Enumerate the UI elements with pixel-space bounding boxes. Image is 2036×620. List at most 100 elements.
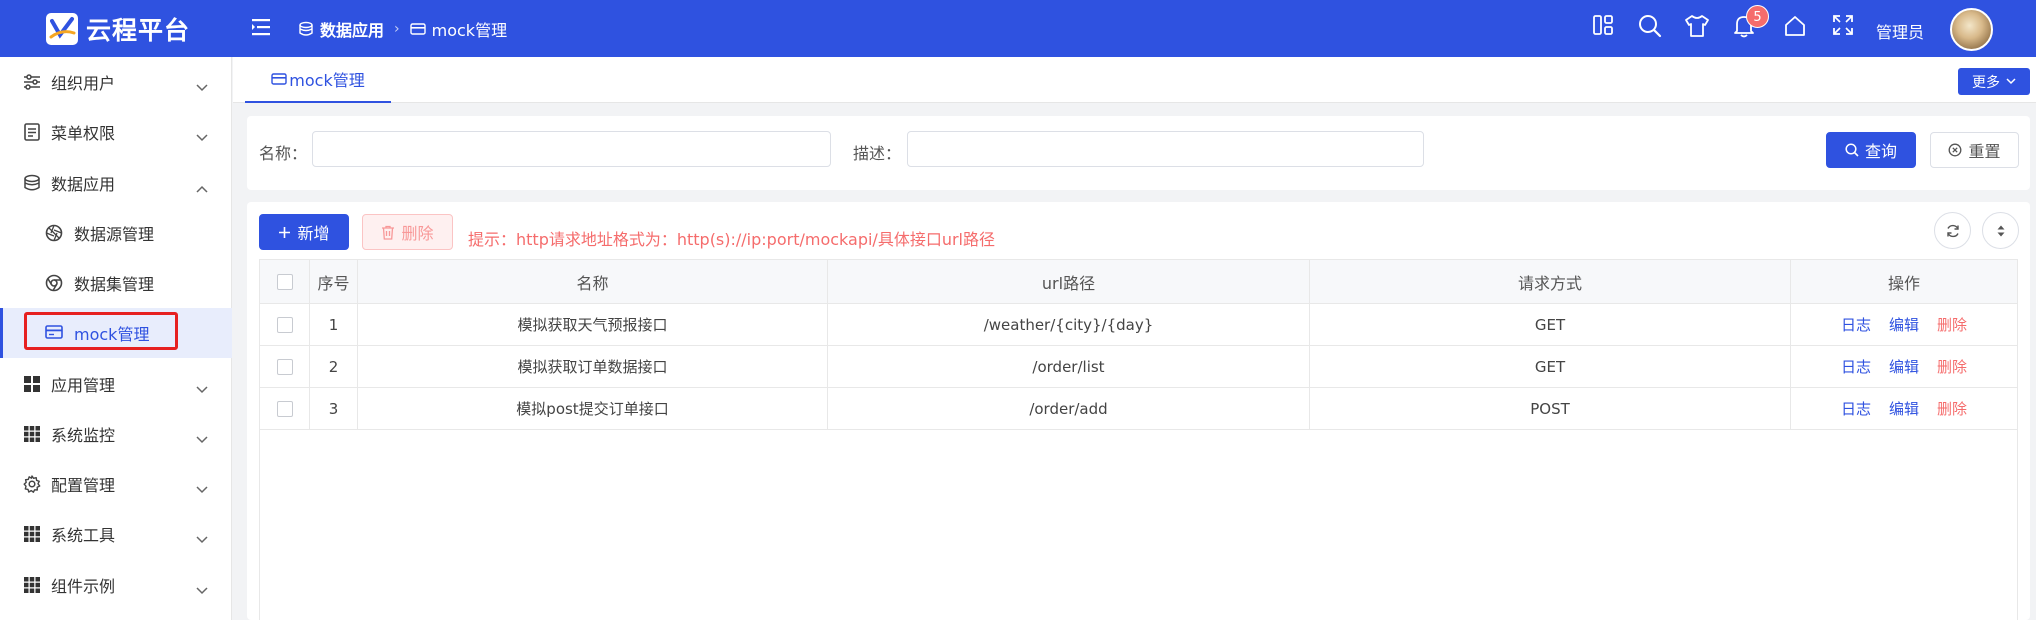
more-label: 更多 [1972, 74, 2000, 91]
cell-method: GET [1310, 304, 1791, 345]
avatar[interactable] [1950, 8, 1993, 51]
grid9-icon [23, 525, 41, 547]
sidebar-item-mock[interactable]: mock管理 [0, 308, 232, 358]
breadcrumb: 数据应用 › mock管理 [298, 18, 507, 40]
chevron-down-icon [196, 429, 208, 448]
cell-name: 模拟获取订单数据接口 [358, 346, 828, 387]
sidebar-item-dataset[interactable]: 数据集管理 [0, 258, 232, 308]
aperture-icon [45, 224, 63, 246]
sidebar-item-label: 系统监控 [51, 426, 116, 445]
sidebar-item-label: 数据应用 [51, 175, 116, 194]
log-link[interactable]: 日志 [1841, 398, 1871, 419]
cell-name: 模拟post提交订单接口 [358, 388, 828, 429]
delete-link[interactable]: 删除 [1937, 314, 1967, 335]
cell-url: /weather/{city}/{day} [828, 304, 1310, 345]
log-link[interactable]: 日志 [1841, 356, 1871, 377]
sidebar-item-app-management[interactable]: 应用管理 [0, 359, 232, 409]
grid9-icon [23, 576, 41, 598]
add-label: 新增 [297, 224, 330, 243]
trash-icon [382, 225, 395, 240]
sidebar-item-component-demo[interactable]: 组件示例 [0, 560, 232, 610]
breadcrumb-label: 数据应用 [320, 21, 385, 40]
log-link[interactable]: 日志 [1841, 314, 1871, 335]
sidebar-item-label: 数据源管理 [74, 225, 155, 244]
tabs-bar: mock管理 更多 [233, 57, 2036, 103]
cell-url: /order/list [828, 346, 1310, 387]
logo-icon [46, 13, 78, 45]
delete-link[interactable]: 删除 [1937, 356, 1967, 377]
table-row: 2 模拟获取订单数据接口 /order/list GET 日志 编辑 删除 [260, 346, 2017, 388]
breadcrumb-label: mock管理 [431, 21, 508, 40]
database-icon [299, 21, 313, 36]
delete-link[interactable]: 删除 [1937, 398, 1967, 419]
card-icon [409, 23, 426, 35]
table-row: 1 模拟获取天气预报接口 /weather/{city}/{day} GET 日… [260, 304, 2017, 346]
desc-input[interactable] [907, 131, 1424, 167]
row-checkbox-cell [260, 346, 310, 387]
sidebar-item-data-apps[interactable]: 数据应用 [0, 158, 232, 208]
cell-method: POST [1310, 388, 1791, 429]
sidebar-item-system-monitor[interactable]: 系统监控 [0, 409, 232, 459]
edit-link[interactable]: 编辑 [1889, 398, 1919, 419]
grid-icon [23, 375, 41, 397]
column-header: 请求方式 [1310, 260, 1791, 303]
edit-link[interactable]: 编辑 [1889, 356, 1919, 377]
shirt-icon[interactable] [1684, 14, 1710, 42]
edit-link[interactable]: 编辑 [1889, 314, 1919, 335]
row-checkbox[interactable] [276, 358, 293, 375]
row-checkbox[interactable] [276, 400, 293, 417]
query-button[interactable]: 查询 [1826, 132, 1916, 168]
add-button[interactable]: 新增 [259, 214, 349, 250]
home-icon[interactable] [1783, 14, 1807, 42]
user-name[interactable]: 管理员 [1876, 19, 1924, 43]
delete-label: 删除 [401, 224, 434, 243]
sidebar-item-menu-permissions[interactable]: 菜单权限 [0, 107, 232, 157]
cell-index: 3 [310, 388, 358, 429]
sidebar-item-system-tools[interactable]: 系统工具 [0, 509, 232, 559]
name-input[interactable] [312, 131, 831, 167]
breadcrumb-item[interactable]: 数据应用 [298, 17, 384, 41]
sidebar-item-datasource[interactable]: 数据源管理 [0, 208, 232, 258]
select-all-checkbox[interactable] [276, 273, 293, 290]
chevron-up-icon [196, 178, 208, 197]
row-checkbox[interactable] [276, 316, 293, 333]
breadcrumb-separator: › [394, 21, 400, 37]
fullscreen-icon[interactable] [1832, 14, 1854, 40]
app-title: 云程平台 [86, 16, 191, 45]
row-checkbox-cell [260, 388, 310, 429]
mock-table: 序号 名称 url路径 请求方式 操作 1 模拟获取天气预报接口 /weathe… [259, 259, 2018, 620]
chevron-down-icon [2006, 78, 2016, 85]
chevron-down-icon [196, 529, 208, 548]
more-button[interactable]: 更多 [1958, 68, 2030, 95]
tab-mock[interactable]: mock管理 [245, 57, 391, 103]
header-checkbox-cell [260, 260, 310, 303]
cell-index: 1 [310, 304, 358, 345]
chevron-down-icon [196, 77, 208, 96]
sidebar-item-label: 系统工具 [51, 526, 116, 545]
cell-actions: 日志 编辑 删除 [1791, 388, 2017, 429]
sidebar-item-label: 应用管理 [51, 376, 116, 395]
close-circle-icon [1949, 143, 1962, 157]
app-logo[interactable]: 云程平台 [46, 12, 190, 46]
sidebar-item-label: 组织用户 [51, 74, 116, 93]
delete-button[interactable]: 删除 [362, 214, 453, 250]
refresh-button[interactable] [1934, 212, 1971, 249]
sidebar-item-config[interactable]: 配置管理 [0, 459, 232, 509]
menu-toggle-icon[interactable] [252, 18, 272, 40]
cell-method: GET [1310, 346, 1791, 387]
refresh-icon [1947, 224, 1959, 238]
column-header: url路径 [828, 260, 1310, 303]
sort-button[interactable] [1982, 212, 2019, 249]
layout-icon[interactable] [1592, 14, 1614, 40]
sliders-icon [23, 73, 41, 95]
reset-button[interactable]: 重置 [1930, 132, 2019, 168]
sidebar-item-org-users[interactable]: 组织用户 [0, 57, 232, 107]
sidebar-item-label: 配置管理 [51, 476, 116, 495]
cell-index: 2 [310, 346, 358, 387]
chevron-down-icon [196, 479, 208, 498]
search-icon[interactable] [1638, 14, 1662, 42]
table-panel: 新增 删除 提示：http请求地址格式为：http(s)://ip:port/m… [247, 202, 2030, 620]
row-checkbox-cell [260, 304, 310, 345]
gear-icon [23, 475, 41, 497]
breadcrumb-item: mock管理 [409, 17, 508, 41]
